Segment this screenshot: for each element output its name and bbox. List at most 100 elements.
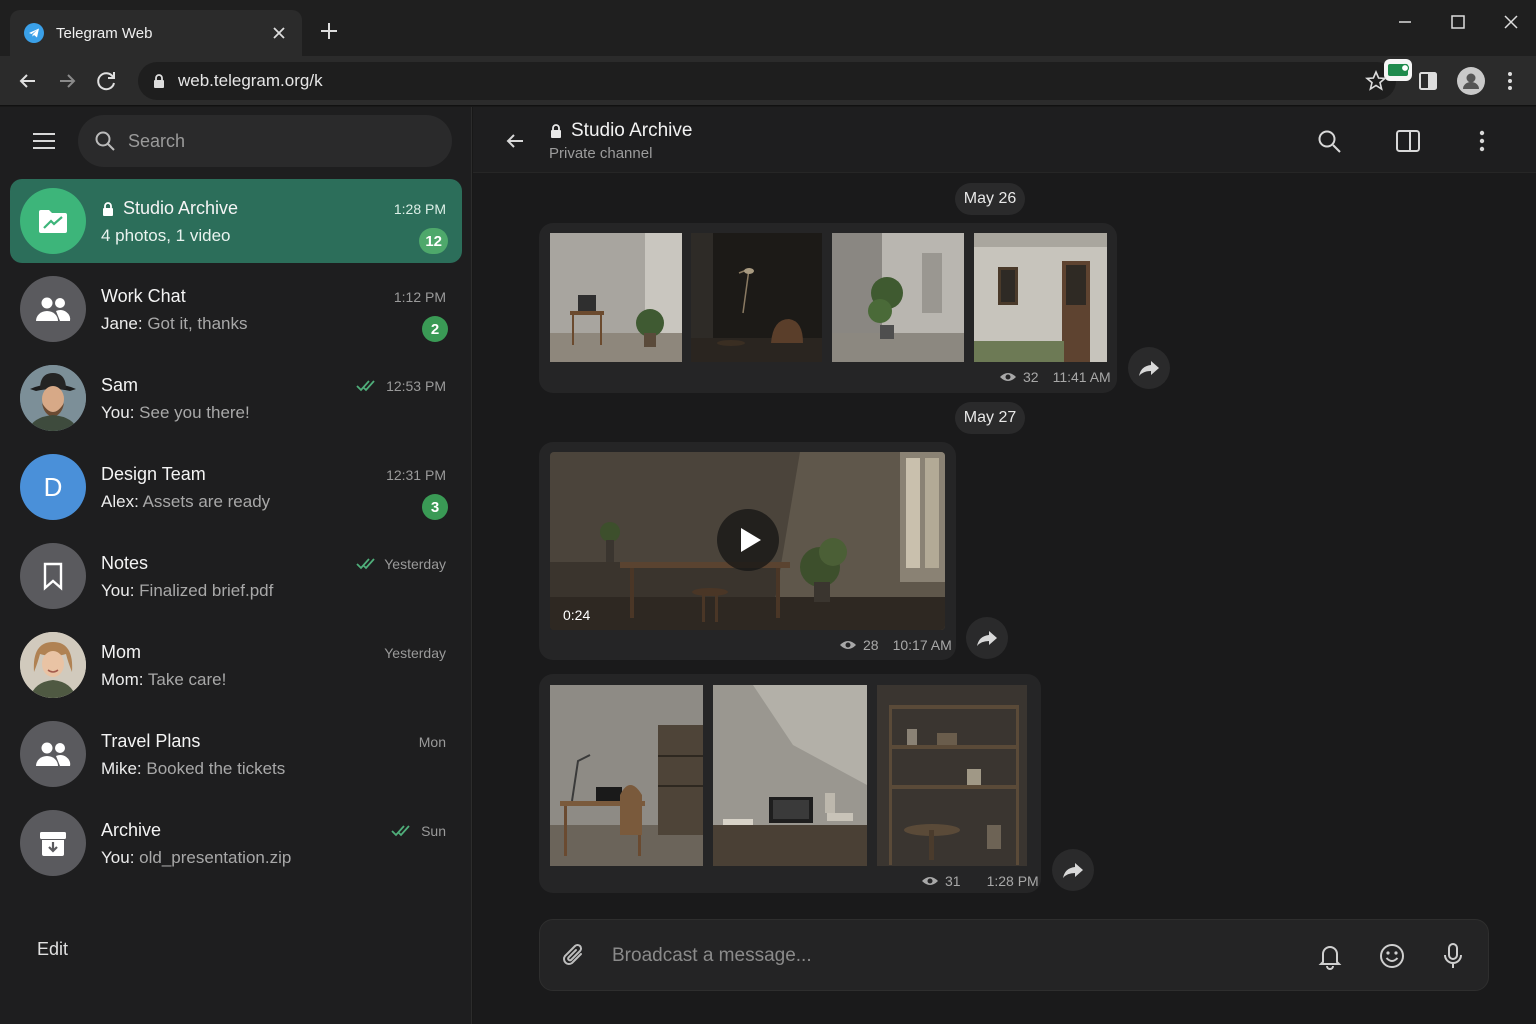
group-icon — [20, 276, 86, 342]
photo[interactable] — [550, 685, 703, 866]
search-input[interactable]: Search — [78, 115, 452, 167]
double-check-icon — [391, 825, 410, 837]
message-composer[interactable]: Broadcast a message... — [539, 919, 1489, 991]
chat-item-archive[interactable]: Archive You: old_presentation.zip Sun — [10, 801, 462, 885]
chat-name: Sam — [101, 375, 139, 395]
url-text: web.telegram.org/k — [178, 71, 323, 90]
avatar — [20, 365, 86, 431]
chat-preview: You: Finalized brief.pdf — [101, 581, 274, 600]
chat-time: Sun — [391, 823, 446, 839]
chat-item-sam[interactable]: Sam You: See you there! 12:53 PM — [10, 356, 462, 440]
chat-item-notes[interactable]: Notes You: Finalized brief.pdf Yesterday — [10, 534, 462, 618]
hamburger-menu-icon[interactable] — [30, 129, 58, 153]
eye-icon — [840, 641, 856, 649]
kebab-icon[interactable] — [1500, 69, 1520, 93]
back-arrow-icon[interactable] — [15, 68, 41, 94]
profile-icon[interactable] — [1457, 67, 1485, 95]
photo[interactable] — [691, 233, 822, 362]
extension-icon[interactable] — [1384, 59, 1412, 81]
search-placeholder: Search — [128, 130, 186, 151]
plus-icon[interactable] — [318, 20, 340, 42]
chat-time: 12:31 PM — [386, 467, 446, 483]
avatar-initial: D — [20, 454, 86, 520]
photo[interactable] — [974, 233, 1107, 362]
chat-preview: 4 photos, 1 video — [101, 226, 231, 245]
chat-name: Design Team — [101, 464, 206, 484]
forward-button[interactable] — [966, 617, 1008, 659]
maximize-icon[interactable] — [1446, 10, 1470, 34]
chat-item-mom[interactable]: Mom Mom: Take care! Yesterday — [10, 623, 462, 707]
channel-title[interactable]: Studio Archive — [549, 120, 692, 142]
chat-preview: Jane: Got it, thanks — [101, 314, 248, 333]
unread-badge: 2 — [422, 316, 448, 342]
double-check-icon — [356, 558, 375, 570]
chat-time: Yesterday — [356, 556, 446, 572]
photo[interactable] — [713, 685, 867, 866]
date-separator: May 27 — [955, 402, 1025, 434]
photo[interactable] — [877, 685, 1027, 866]
chat-item-travel-plans[interactable]: Travel Plans Mike: Booked the tickets Mo… — [10, 712, 462, 796]
eye-icon — [922, 877, 938, 885]
bell-icon[interactable] — [1317, 942, 1343, 970]
sidepanel-icon[interactable] — [1417, 70, 1439, 92]
forward-arrow-icon[interactable] — [54, 68, 80, 94]
emoji-icon[interactable] — [1378, 942, 1406, 970]
chat-time: 12:53 PM — [356, 378, 446, 394]
channel-subtitle: Private channel — [549, 145, 653, 162]
forward-button[interactable] — [1128, 347, 1170, 389]
reload-icon[interactable] — [94, 68, 120, 94]
share-arrow-icon — [1139, 361, 1159, 376]
minimize-icon[interactable] — [1393, 10, 1417, 34]
date-separator: May 26 — [955, 183, 1025, 215]
chat-item-work-chat[interactable]: Work Chat Jane: Got it, thanks 1:12 PM 2 — [10, 267, 462, 351]
address-bar[interactable]: web.telegram.org/k — [138, 62, 1396, 100]
message-album: 31 1:28 PM — [539, 674, 1041, 893]
photo[interactable] — [832, 233, 964, 362]
share-arrow-icon — [1063, 863, 1083, 878]
forward-button[interactable] — [1052, 849, 1094, 891]
search-icon[interactable] — [1316, 128, 1342, 154]
chat-preview: Mike: Booked the tickets — [101, 759, 286, 778]
browser-toolbar: web.telegram.org/k — [0, 56, 1536, 106]
chat-item-design-team[interactable]: D Design Team Alex: Assets are ready 12:… — [10, 445, 462, 529]
avatar — [20, 632, 86, 698]
play-button[interactable] — [717, 509, 779, 571]
chat-preview: Mom: Take care! — [101, 670, 227, 689]
paperclip-icon[interactable] — [560, 942, 588, 970]
group-icon — [20, 721, 86, 787]
close-icon[interactable] — [270, 24, 288, 42]
search-icon — [95, 131, 115, 151]
back-arrow-icon[interactable] — [503, 129, 527, 153]
chat-preview: Alex: Assets are ready — [101, 492, 271, 511]
lock-icon — [551, 124, 561, 138]
lock-icon — [154, 74, 164, 88]
tab-title: Telegram Web — [56, 24, 153, 42]
chat-name: Studio Archive — [101, 198, 238, 219]
kebab-icon[interactable] — [1469, 128, 1495, 154]
folder-icon — [20, 188, 86, 254]
microphone-icon[interactable] — [1440, 941, 1466, 971]
lock-icon — [103, 201, 113, 216]
photo[interactable] — [550, 233, 682, 362]
chat-name: Work Chat — [101, 286, 186, 306]
chat-item-studio-archive[interactable]: Studio Archive 4 photos, 1 video 1:28 PM… — [10, 179, 462, 263]
window-close-icon[interactable] — [1499, 10, 1523, 34]
unread-badge: 3 — [422, 494, 448, 520]
sidebar-toggle-icon[interactable] — [1395, 128, 1421, 154]
chat-preview: You: See you there! — [101, 403, 250, 422]
channel-header: Studio Archive Private channel — [473, 107, 1536, 173]
video-duration: 0:24 — [563, 607, 591, 623]
bookmark-icon — [20, 543, 86, 609]
eye-icon — [1000, 373, 1016, 381]
double-check-icon — [356, 380, 375, 392]
chat-name: Notes — [101, 553, 149, 573]
browser-tab[interactable]: Telegram Web — [10, 10, 302, 56]
chat-time: 1:12 PM — [393, 289, 446, 305]
share-arrow-icon — [977, 631, 997, 646]
star-icon[interactable] — [1365, 70, 1387, 92]
archive-icon — [20, 810, 86, 876]
message-meta: 28 10:17 AM — [839, 637, 952, 653]
message-video: 0:24 28 10:17 AM — [539, 442, 956, 660]
message-meta: 31 1:28 PM — [921, 873, 1039, 889]
edit-button[interactable]: Edit — [37, 939, 68, 960]
